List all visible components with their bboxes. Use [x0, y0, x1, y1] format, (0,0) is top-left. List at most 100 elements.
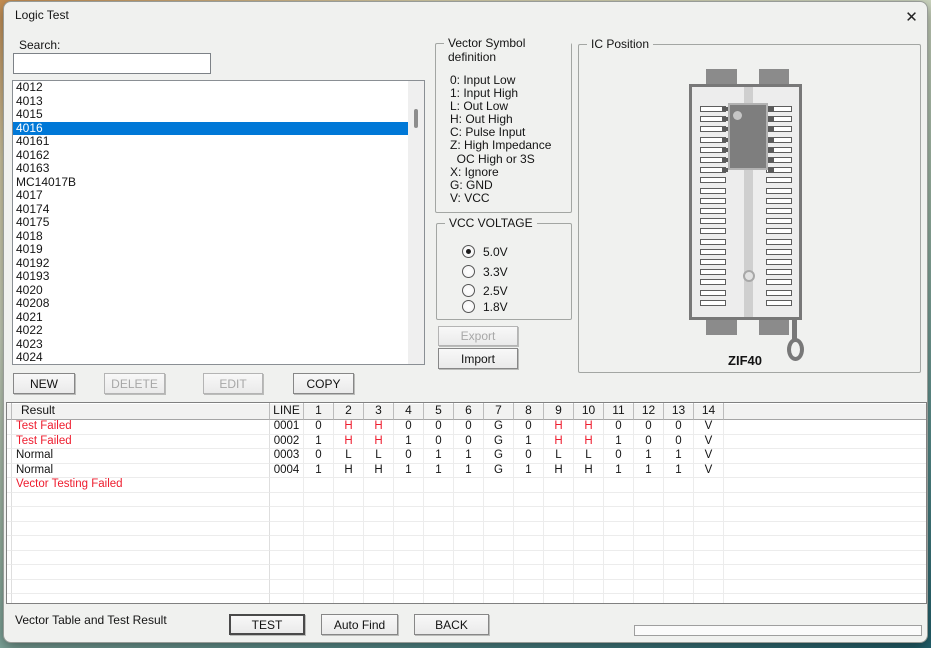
table-row[interactable] [7, 507, 926, 522]
table-row[interactable] [7, 594, 926, 604]
table-cell [694, 565, 724, 580]
table-row[interactable] [7, 551, 926, 566]
radio-icon [462, 265, 475, 278]
chip-list-item[interactable]: 40192 [13, 257, 424, 271]
table-cell [514, 478, 544, 493]
chip-list-item[interactable]: 4018 [13, 230, 424, 244]
chip-pin [768, 148, 774, 152]
table-cell [364, 478, 394, 493]
back-button[interactable]: BACK [414, 614, 489, 635]
table-cell: 0 [394, 449, 424, 464]
table-cell [12, 493, 270, 508]
table-cell: L [364, 449, 394, 464]
chip-list-item[interactable]: 4021 [13, 311, 424, 325]
delete-button[interactable]: DELETE [104, 373, 165, 394]
table-cell [514, 551, 544, 566]
table-cell [664, 551, 694, 566]
search-input[interactable] [13, 53, 211, 74]
vcc-radio-option[interactable]: 1.8V [462, 299, 508, 314]
chip-list-item[interactable]: 4013 [13, 95, 424, 109]
pin-slot [766, 218, 792, 224]
chip-list-item[interactable]: 40163 [13, 162, 424, 176]
table-cell [364, 493, 394, 508]
test-button[interactable]: TEST [229, 614, 305, 635]
table-row[interactable] [7, 580, 926, 595]
table-cell: L [544, 449, 574, 464]
radio-icon [462, 245, 475, 258]
table-cell [270, 565, 304, 580]
chip-list-item[interactable]: MC14017B [13, 176, 424, 190]
chip-list-items: 4012401340154016401614016240163MC14017B4… [13, 81, 424, 365]
table-cell: 1 [304, 435, 334, 450]
pin-slot [700, 300, 726, 306]
table-row[interactable]: Test Failed00010HH000G0HH000V [7, 420, 926, 435]
table-cell [424, 493, 454, 508]
radio-label: 3.3V [483, 265, 508, 279]
chip-list-item[interactable]: 4012 [13, 81, 424, 95]
table-cell [454, 522, 484, 537]
table-cell: H [334, 464, 364, 479]
table-cell: Normal [12, 464, 270, 479]
table-cell [664, 522, 694, 537]
chip-list-item[interactable]: 4023 [13, 338, 424, 352]
table-cell [664, 594, 694, 604]
radio-icon [462, 300, 475, 313]
chip-list-item[interactable]: 4025 [13, 365, 424, 366]
vcc-radio-option[interactable]: 5.0V [462, 244, 508, 259]
scrollbar-thumb[interactable] [414, 109, 418, 128]
import-button[interactable]: Import [438, 348, 518, 369]
table-row[interactable] [7, 493, 926, 508]
table-row[interactable]: Normal00041HH111G1HH111V [7, 464, 926, 479]
column-header: 3 [364, 403, 394, 420]
chip-list-item[interactable]: 4016 [13, 122, 424, 136]
vcc-radio-option[interactable]: 2.5V [462, 283, 508, 298]
chip-list-item[interactable]: 4019 [13, 243, 424, 257]
pin-slot [766, 290, 792, 296]
chip-list-item[interactable]: 40175 [13, 216, 424, 230]
table-cell: 1 [394, 435, 424, 450]
pin-slot [700, 188, 726, 194]
vcc-radio-option[interactable]: 3.3V [462, 264, 508, 279]
chip-list-item[interactable]: 4015 [13, 108, 424, 122]
edit-button[interactable]: EDIT [203, 373, 263, 394]
socket-tab [759, 320, 789, 335]
chip-list-item[interactable]: 40208 [13, 297, 424, 311]
chip-list-item[interactable]: 4022 [13, 324, 424, 338]
chip-list-item[interactable]: 4024 [13, 351, 424, 365]
close-button[interactable]: ✕ [897, 4, 926, 29]
table-cell [544, 551, 574, 566]
new-button[interactable]: NEW [13, 373, 75, 394]
column-header: 7 [484, 403, 514, 420]
table-cell [12, 594, 270, 604]
socket-tab [706, 69, 737, 84]
table-row[interactable]: Normal00030LL011G0LL011V [7, 449, 926, 464]
pin-slot [700, 290, 726, 296]
chip-list-item[interactable]: 40161 [13, 135, 424, 149]
table-cell: 0 [604, 420, 634, 435]
chip-list-scrollbar[interactable] [408, 81, 424, 364]
column-header: 9 [544, 403, 574, 420]
chip-list-item[interactable]: 40193 [13, 270, 424, 284]
pin-slot [766, 239, 792, 245]
chip-list-item[interactable]: 40162 [13, 149, 424, 163]
chip-list-item[interactable]: 40174 [13, 203, 424, 217]
table-row[interactable]: Test Failed00021HH100G1HH100V [7, 435, 926, 450]
export-button[interactable]: Export [438, 326, 518, 346]
chip-list[interactable]: 4012401340154016401614016240163MC14017B4… [12, 80, 425, 365]
table-cell [574, 536, 604, 551]
table-cell [634, 565, 664, 580]
table-row[interactable] [7, 522, 926, 537]
table-row[interactable] [7, 565, 926, 580]
pin-slot [700, 239, 726, 245]
table-cell [724, 536, 926, 551]
table-row[interactable]: Vector Testing Failed [7, 478, 926, 493]
chip-list-item[interactable]: 4020 [13, 284, 424, 298]
auto-find-button[interactable]: Auto Find [321, 614, 398, 635]
socket-tab [706, 320, 737, 335]
table-cell [664, 493, 694, 508]
table-row[interactable] [7, 536, 926, 551]
copy-button[interactable]: COPY [293, 373, 354, 394]
chip-list-item[interactable]: 4017 [13, 189, 424, 203]
table-cell [334, 551, 364, 566]
ic-position-group: IC Position ZIF40 [578, 44, 921, 373]
